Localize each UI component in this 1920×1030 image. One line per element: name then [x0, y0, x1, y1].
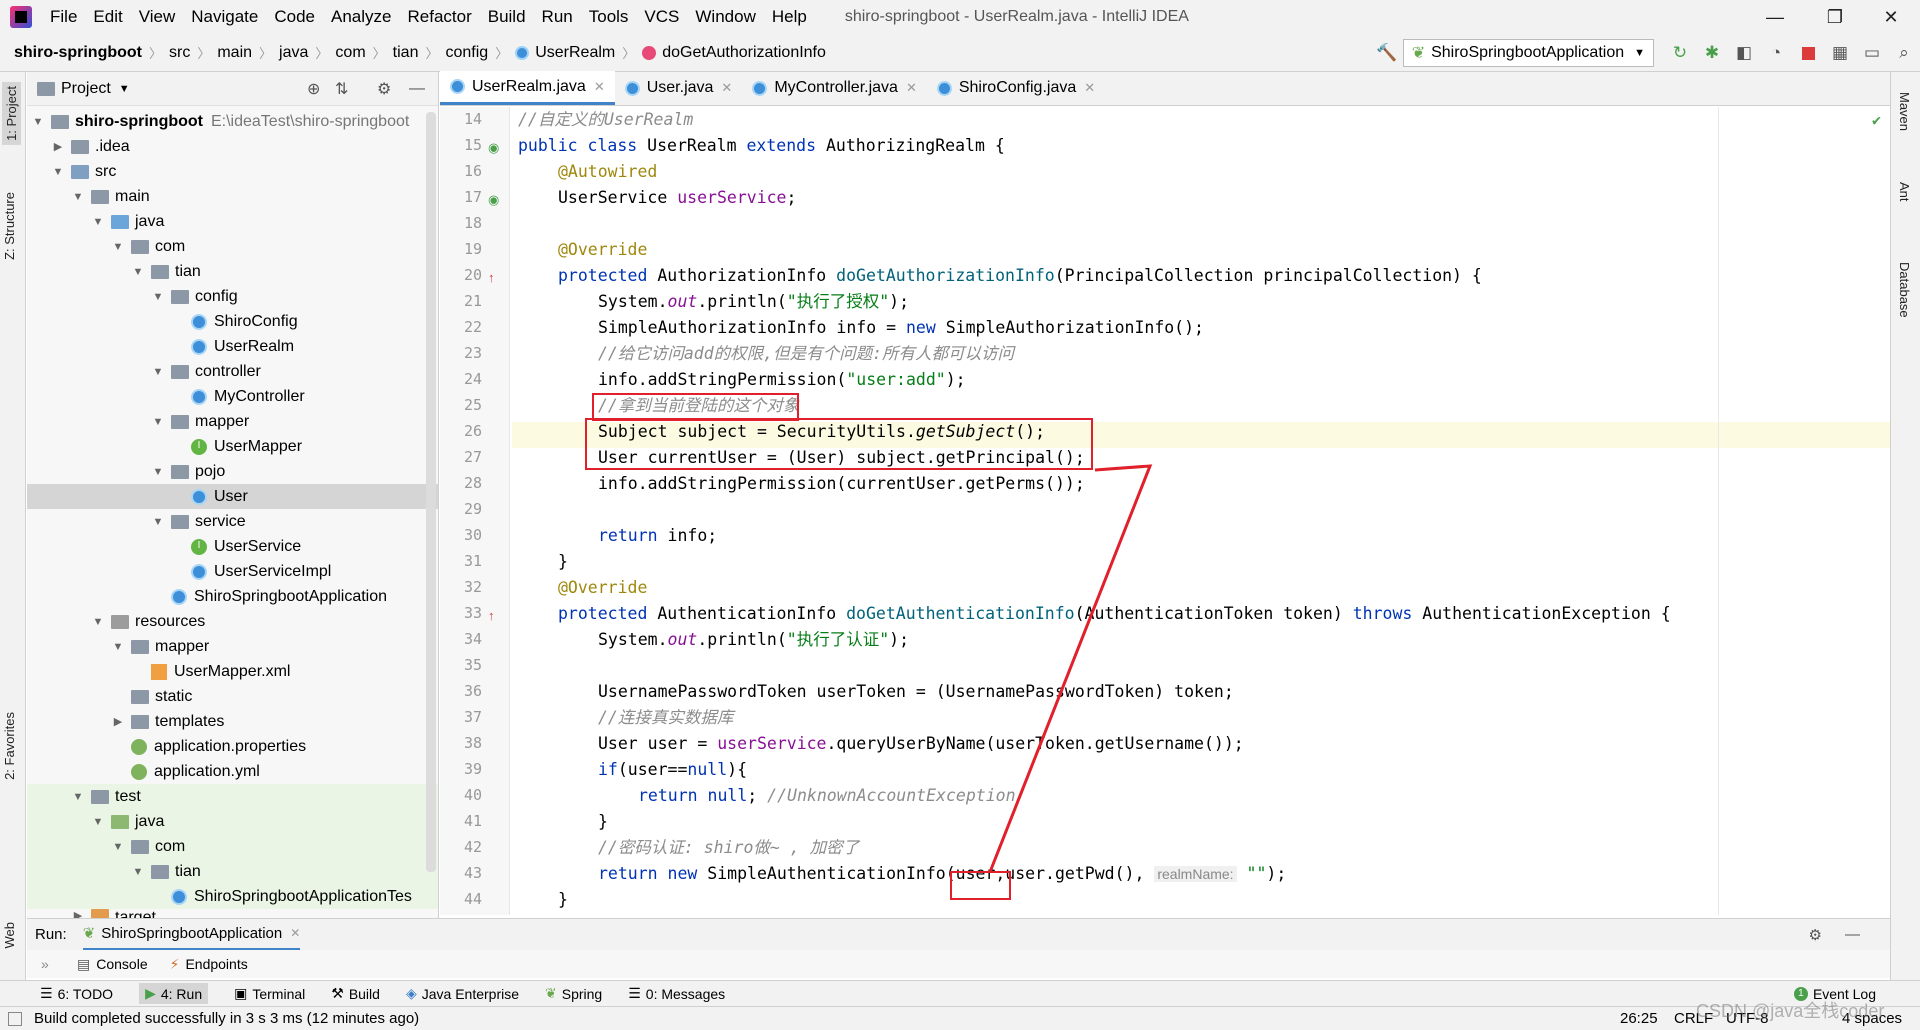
tool-label: Java Enterprise	[421, 985, 520, 1002]
tool-build[interactable]: ⚒ Build	[331, 985, 380, 1002]
tool-todo[interactable]: ☰ 6: TODO	[40, 985, 113, 1002]
tool-label: 6: TODO	[57, 985, 114, 1002]
spring-leaf-icon: ❦	[82, 925, 96, 942]
caret-position[interactable]: 26:25	[1620, 1010, 1658, 1027]
hammer-icon: ⚒	[331, 985, 344, 1001]
status-bar: Build completed successfully in 3 s 3 ms…	[0, 1001, 1920, 1030]
status-message: Build completed successfully in 3 s 3 ms…	[34, 1010, 420, 1027]
endpoints-icon: ⚡	[169, 955, 180, 972]
terminal-icon: ▣	[234, 985, 248, 1001]
tool-label: Spring	[561, 985, 603, 1002]
tab-endpoints[interactable]: Endpoints	[185, 956, 247, 972]
tool-label: Terminal	[252, 985, 306, 1002]
tool-label: Build	[348, 985, 380, 1002]
run-tab[interactable]: ❦ ShiroSpringbootApplication ✕	[82, 919, 301, 951]
tab-console[interactable]: Console	[96, 956, 147, 972]
annotation-connector-line	[988, 464, 1153, 873]
expand-icon[interactable]: »	[41, 956, 49, 972]
tool-label: 0: Messages	[645, 985, 726, 1002]
messages-icon: ☰	[628, 985, 641, 1001]
play-icon: ▶	[145, 985, 156, 1001]
run-label: Run:	[35, 926, 67, 943]
tool-terminal[interactable]: ▣ Terminal	[234, 985, 305, 1002]
run-tab-label: ShiroSpringbootApplication	[101, 924, 283, 942]
spring-leaf-icon: ❦	[545, 985, 557, 1001]
tool-label: 4: Run	[160, 985, 203, 1002]
watermark: CSDN @java全栈coder	[1696, 1001, 1885, 1021]
tool-window-bar: ☰ 6: TODO ▶ 4: Run ▣ Terminal ⚒ Build ◈ Java …	[0, 980, 1920, 1006]
status-toggle-icon[interactable]	[8, 1011, 22, 1026]
run-sub-tabs: » ▤ Console ⚡ Endpoints	[27, 950, 1890, 978]
console-icon: ▤	[77, 955, 91, 972]
tool-java-enterprise[interactable]: ◈ Java Enterprise	[406, 985, 519, 1002]
hide-icon[interactable]: —	[1845, 926, 1860, 943]
tool-spring[interactable]: ❦ Spring	[545, 985, 602, 1002]
close-tab-icon[interactable]: ✕	[290, 926, 300, 940]
tool-messages[interactable]: ☰ 0: Messages	[628, 985, 725, 1002]
list-icon: ☰	[40, 985, 53, 1001]
run-panel-header: Run: ❦ ShiroSpringbootApplication ✕ ⚙ —	[27, 918, 1890, 951]
java-enterprise-icon: ◈	[405, 985, 417, 1001]
tool-run[interactable]: ▶ 4: Run	[139, 983, 209, 1004]
gear-icon[interactable]: ⚙	[1809, 926, 1822, 944]
